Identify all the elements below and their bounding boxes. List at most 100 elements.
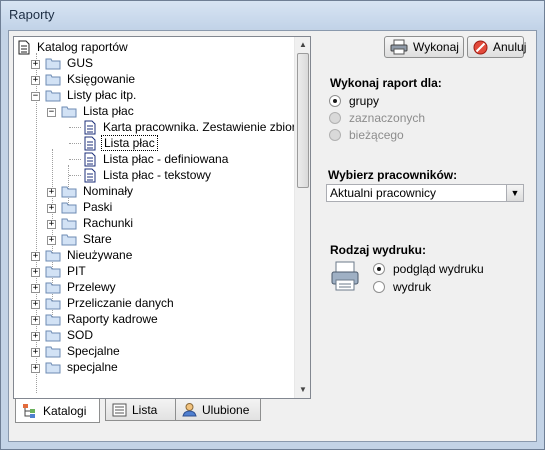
- expand-icon[interactable]: +: [31, 364, 40, 373]
- tree-item-specjalne-2[interactable]: specjalne: [45, 359, 120, 375]
- radio-label: wydruk: [393, 280, 432, 294]
- tree-tabs: Katalogi Lista Ulubione: [13, 399, 311, 423]
- radio-label: grupy: [349, 94, 380, 108]
- tree-item-nominaly[interactable]: Nominały: [61, 183, 135, 199]
- report-icon: [84, 152, 96, 166]
- tree-connector: [69, 127, 81, 128]
- tree-item-label: Katalog raportów: [37, 40, 128, 54]
- report-icon: [84, 168, 96, 182]
- tree-connector: [69, 143, 81, 144]
- scroll-down-icon[interactable]: ▼: [295, 382, 310, 398]
- tree-scrollbar[interactable]: ▲ ▼: [294, 37, 310, 398]
- tree-item-lista-plac-tekstowy[interactable]: Lista płac - tekstowy: [84, 167, 213, 183]
- folder-icon: [61, 186, 77, 197]
- expand-icon[interactable]: +: [47, 188, 56, 197]
- tree-item-ksiegowanie[interactable]: Księgowanie: [45, 71, 137, 87]
- tree-item-nieuzywane[interactable]: Nieużywane: [45, 247, 134, 263]
- tree-connector: [36, 53, 37, 393]
- tab-label: Ulubione: [202, 402, 250, 417]
- print-preview-icon: [331, 261, 359, 291]
- expand-icon[interactable]: +: [47, 204, 56, 213]
- radio-label: podgląd wydruku: [393, 262, 484, 276]
- folder-icon: [45, 330, 61, 341]
- scroll-thumb[interactable]: [297, 53, 309, 188]
- expand-icon[interactable]: +: [47, 236, 56, 245]
- expand-icon[interactable]: +: [47, 220, 56, 229]
- reports-window: Raporty Wykonaj Anuluj Katalog raportów: [0, 0, 545, 450]
- tree-item-przelewy[interactable]: Przelewy: [45, 279, 118, 295]
- folder-icon: [61, 218, 77, 229]
- tree-item-root[interactable]: Katalog raportów: [18, 39, 130, 55]
- employees-title: Wybierz pracowników:: [328, 168, 458, 182]
- cancel-icon: [473, 40, 488, 54]
- expand-icon[interactable]: +: [31, 332, 40, 341]
- scroll-up-icon[interactable]: ▲: [295, 37, 310, 53]
- tab-katalogi[interactable]: Katalogi: [15, 399, 100, 423]
- tree-item-label: PIT: [67, 264, 86, 278]
- expand-icon[interactable]: +: [31, 300, 40, 309]
- radio-wydruk[interactable]: wydruk: [373, 280, 431, 294]
- tree-item-label: Specjalne: [67, 344, 120, 358]
- radio-grupy[interactable]: grupy: [329, 94, 379, 108]
- report-for-title: Wykonaj raport dla:: [330, 76, 442, 90]
- folder-icon: [45, 298, 61, 309]
- expand-icon[interactable]: +: [31, 316, 40, 325]
- tree-item-stare[interactable]: Stare: [61, 231, 114, 247]
- open-folder-icon: [45, 90, 61, 101]
- tree-item-label: Nominały: [83, 184, 134, 198]
- cancel-button[interactable]: Anuluj: [467, 36, 527, 58]
- collapse-icon[interactable]: −: [47, 108, 56, 117]
- tree-item-specjalne[interactable]: Specjalne: [45, 343, 122, 359]
- tree-item-lista-plac-selected[interactable]: Lista płac: [84, 135, 158, 151]
- expand-icon[interactable]: +: [31, 348, 40, 357]
- expand-icon[interactable]: +: [31, 268, 40, 277]
- execute-button[interactable]: Wykonaj: [384, 36, 464, 58]
- tree-item-label: Nieużywane: [67, 248, 133, 262]
- expand-icon[interactable]: +: [31, 60, 40, 69]
- tree-item-rachunki[interactable]: Rachunki: [61, 215, 135, 231]
- collapse-icon[interactable]: −: [31, 92, 40, 101]
- tree-item-label: Przeliczanie danych: [67, 296, 174, 310]
- tree-item-lista-plac-definiowana[interactable]: Lista płac - definiowana: [84, 151, 230, 167]
- report-tree[interactable]: Katalog raportów + GUS + Księgowanie − L…: [13, 36, 311, 399]
- employees-select[interactable]: Aktualni pracownicy ▼: [326, 184, 524, 202]
- tree-item-listy-plac[interactable]: Listy płac itp.: [45, 87, 138, 103]
- tree-item-label: SOD: [67, 328, 94, 342]
- tree-item-label: Paski: [83, 200, 113, 214]
- expand-icon[interactable]: +: [31, 76, 40, 85]
- folder-icon: [45, 362, 61, 373]
- tree-item-lista-plac-folder[interactable]: Lista płac: [61, 103, 136, 119]
- tab-ulubione[interactable]: Ulubione: [175, 399, 261, 421]
- open-folder-icon: [61, 106, 77, 117]
- tree-item-label: Lista płac - tekstowy: [103, 168, 212, 182]
- expand-icon[interactable]: +: [31, 284, 40, 293]
- user-icon: [182, 403, 197, 417]
- tab-lista[interactable]: Lista: [105, 399, 177, 421]
- tree-item-label: Karta pracownika. Zestawienie zbiorcze: [103, 120, 311, 134]
- radio-biezacego[interactable]: bieżącego: [329, 128, 404, 142]
- tree-item-pit[interactable]: PIT: [45, 263, 88, 279]
- tree-connector: [69, 159, 81, 160]
- cancel-label: Anuluj: [493, 40, 527, 54]
- tree-item-label: specjalne: [67, 360, 118, 374]
- tree-item-raporty-kadrowe[interactable]: Raporty kadrowe: [45, 311, 160, 327]
- tree-item-przeliczanie-danych[interactable]: Przeliczanie danych: [45, 295, 176, 311]
- tree-item-label: Rachunki: [83, 216, 134, 230]
- tree-item-label: GUS: [67, 56, 94, 70]
- tree-item-gus[interactable]: GUS: [45, 55, 95, 71]
- radio-label: bieżącego: [349, 128, 404, 142]
- tree-item-sod[interactable]: SOD: [45, 327, 95, 343]
- tree-item-label: Raporty kadrowe: [67, 312, 158, 326]
- tab-label: Katalogi: [43, 403, 87, 418]
- list-icon: [112, 403, 127, 416]
- tree-item-karta-pracownika[interactable]: Karta pracownika. Zestawienie zbiorcze: [84, 119, 311, 135]
- print-type-title: Rodzaj wydruku:: [330, 243, 427, 257]
- radio-icon: [329, 95, 341, 107]
- tree-item-paski[interactable]: Paski: [61, 199, 114, 215]
- folder-icon: [61, 202, 77, 213]
- expand-icon[interactable]: +: [31, 252, 40, 261]
- chevron-down-icon[interactable]: ▼: [506, 185, 523, 201]
- tab-label: Lista: [132, 402, 158, 417]
- radio-zaznaczonych[interactable]: zaznaczonych: [329, 111, 425, 125]
- radio-podglad-wydruku[interactable]: podgląd wydruku: [373, 262, 484, 276]
